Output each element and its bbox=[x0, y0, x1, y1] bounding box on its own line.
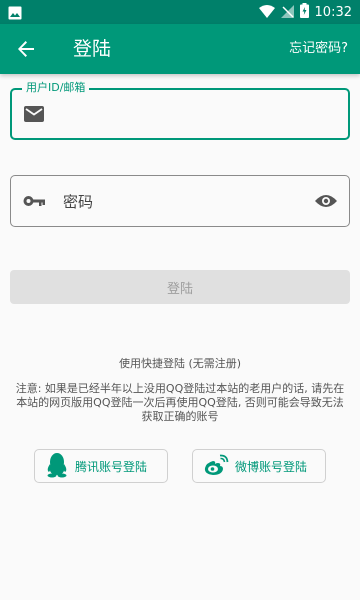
qq-login-button[interactable]: 腾讯账号登陆 bbox=[34, 449, 168, 483]
qq-icon bbox=[45, 452, 69, 481]
email-icon bbox=[24, 106, 44, 122]
qq-login-notice: 注意: 如果是已经半年以上没用QQ登陆过本站的老用户的话, 请先在本站的网页版用… bbox=[15, 382, 345, 423]
page-title: 登陆 bbox=[73, 38, 112, 60]
weibo-login-button[interactable]: 微博账号登陆 bbox=[192, 449, 326, 483]
gallery-icon bbox=[8, 5, 22, 24]
battery-icon bbox=[299, 2, 309, 22]
status-time: 10:32 bbox=[314, 4, 352, 20]
forgot-password-link[interactable]: 忘记密码? bbox=[289, 39, 348, 59]
weibo-login-label: 微博账号登陆 bbox=[235, 459, 308, 474]
no-sim-icon bbox=[280, 3, 294, 22]
password-input[interactable]: 密码 bbox=[63, 176, 303, 226]
key-icon bbox=[23, 195, 45, 207]
user-id-input[interactable] bbox=[64, 90, 304, 138]
wifi-icon bbox=[258, 3, 275, 22]
status-bar: 10:32 bbox=[0, 0, 360, 24]
weibo-icon bbox=[203, 454, 229, 479]
back-arrow-icon[interactable] bbox=[12, 36, 40, 62]
qq-login-label: 腾讯账号登陆 bbox=[75, 459, 148, 474]
quick-login-title: 使用快捷登陆 (无需注册) bbox=[118, 357, 242, 370]
user-id-field[interactable]: 用户ID/邮箱 bbox=[10, 81, 350, 140]
app-bar: 登陆 忘记密码? bbox=[0, 24, 360, 74]
eye-icon[interactable] bbox=[315, 194, 337, 208]
login-button[interactable]: 登陆 bbox=[10, 270, 350, 304]
password-field[interactable]: 密码 bbox=[10, 175, 350, 227]
